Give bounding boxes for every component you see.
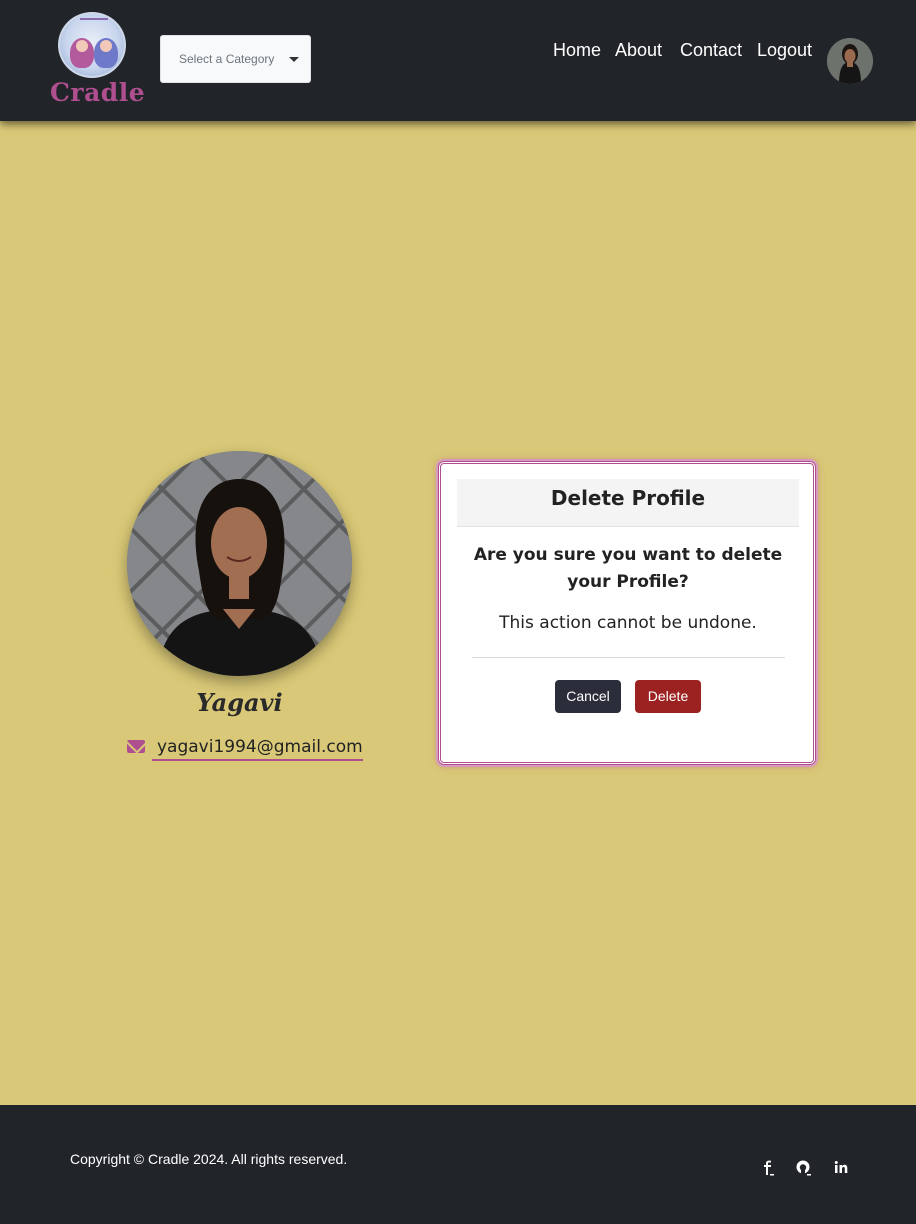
mail-icon <box>127 740 145 753</box>
github-icon[interactable] <box>794 1158 814 1178</box>
modal-divider <box>472 657 785 658</box>
category-select-placeholder: Select a Category <box>179 52 275 66</box>
profile-email-link[interactable]: yagavi1994@gmail.com <box>152 735 363 761</box>
navbar: Cradle Select a Category Home About Cont… <box>0 0 916 121</box>
footer: Copyright © Cradle 2024. All rights rese… <box>0 1105 916 1224</box>
profile-photo <box>127 451 352 676</box>
category-select[interactable]: Select a Category <box>160 35 311 83</box>
caret-down-icon <box>289 57 299 62</box>
nav-user-avatar[interactable] <box>827 38 873 84</box>
logo-text: Cradle <box>50 78 146 107</box>
linkedin-icon[interactable] <box>831 1158 851 1178</box>
logo-emblem <box>58 12 126 78</box>
delete-button[interactable]: Delete <box>635 680 701 713</box>
nav-home[interactable]: Home <box>553 40 601 61</box>
nav-logout[interactable]: Logout <box>757 40 812 61</box>
modal-question: Are you sure you want to delete your Pro… <box>473 545 783 592</box>
nav-contact[interactable]: Contact <box>680 40 742 61</box>
facebook-icon[interactable] <box>758 1158 778 1178</box>
nav-about[interactable]: About <box>615 40 662 61</box>
cancel-button[interactable]: Cancel <box>555 680 621 713</box>
cradle-logo[interactable]: Cradle <box>50 12 146 108</box>
modal-header: Delete Profile <box>457 479 799 527</box>
delete-profile-modal: Delete Profile Are you sure you want to … <box>436 459 818 767</box>
modal-title: Delete Profile <box>550 486 706 510</box>
copyright-text: Copyright © Cradle 2024. All rights rese… <box>70 1151 348 1167</box>
profile-name: Yagavi <box>196 688 283 717</box>
modal-note: This action cannot be undone. <box>499 613 757 633</box>
